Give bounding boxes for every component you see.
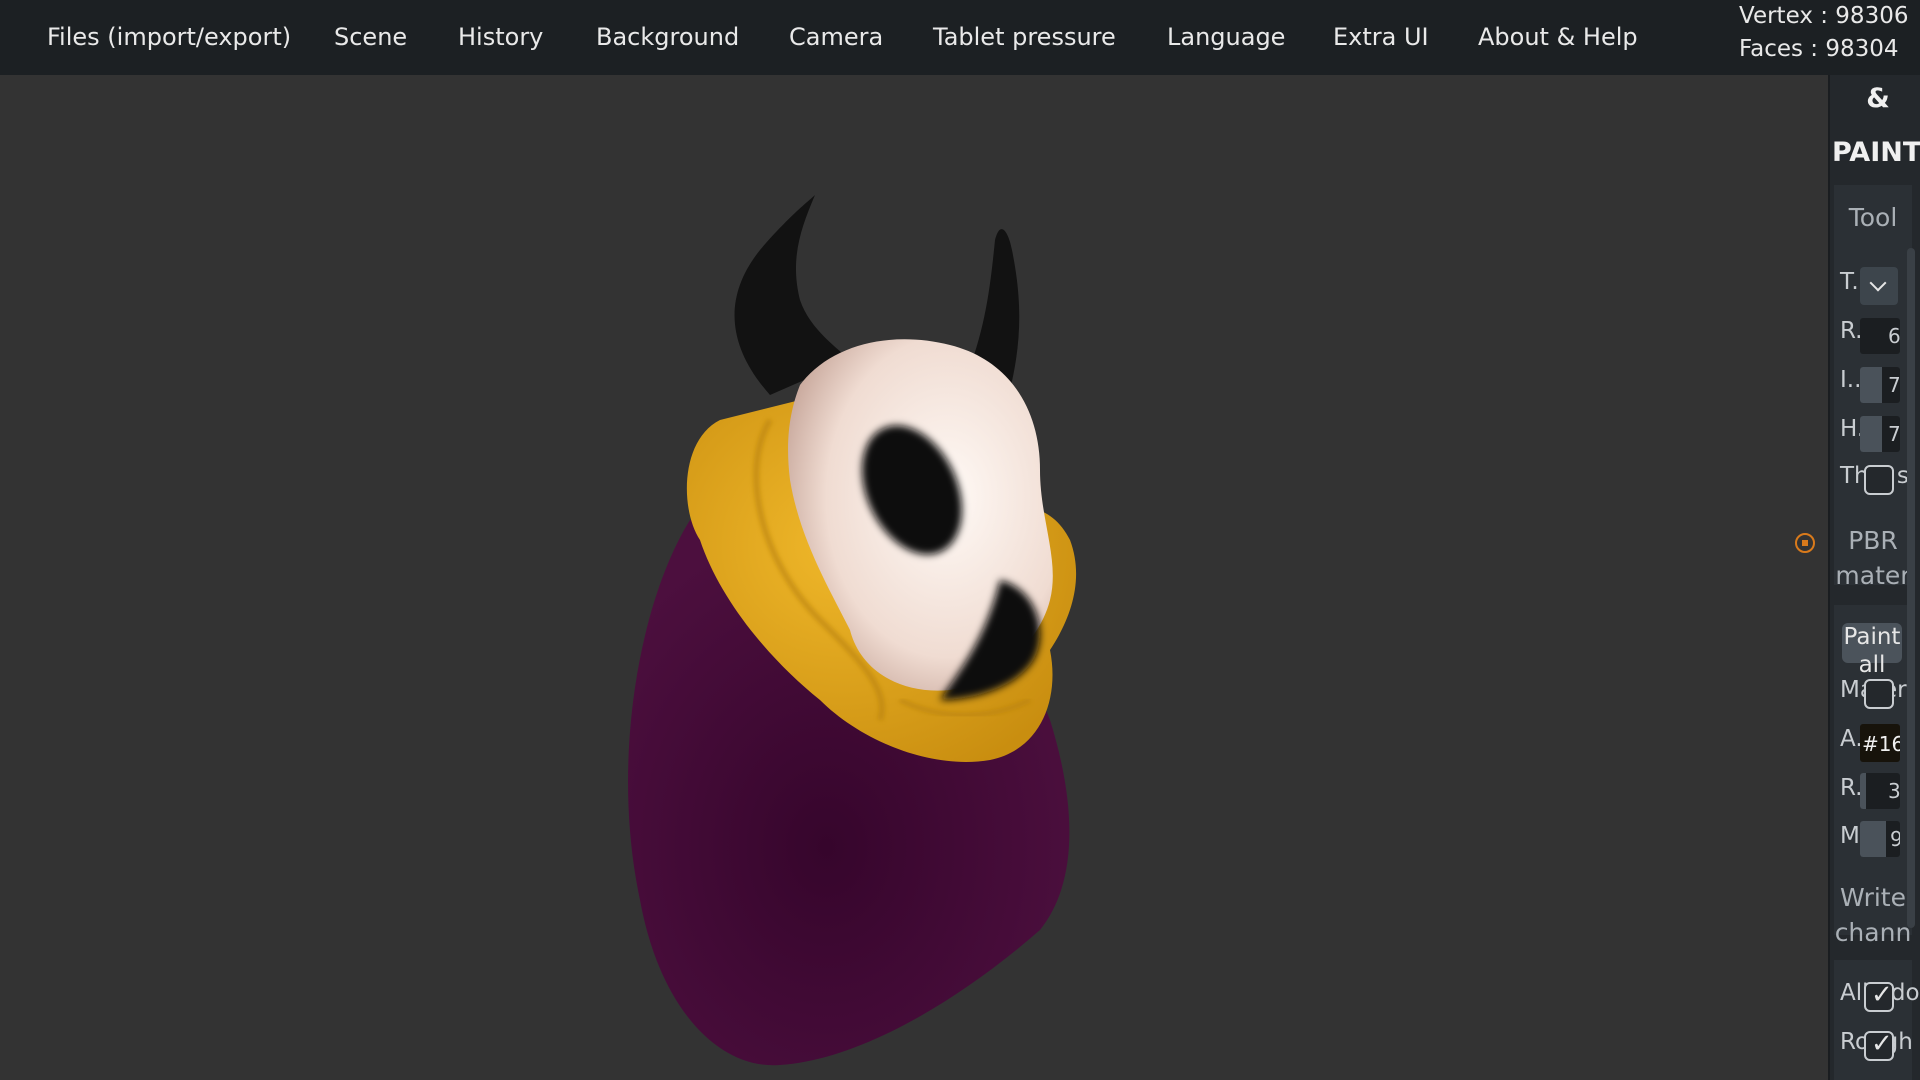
metalness-value: 9 xyxy=(1890,827,1900,851)
sidebar-title-line1: & xyxy=(1866,83,1890,114)
menu-language[interactable]: Language xyxy=(1167,19,1285,55)
roughness-channel-checkbox[interactable]: ✓ xyxy=(1864,1029,1894,1061)
tool-type-label: T. xyxy=(1840,269,1859,295)
pbr-heading-2[interactable]: mater xyxy=(1834,558,1912,594)
albedo-channel-checkbox[interactable]: ✓ xyxy=(1864,980,1894,1012)
pbr-heading-1[interactable]: PBR xyxy=(1834,523,1912,559)
menu-history[interactable]: History xyxy=(458,19,543,55)
hardness-value: 7 xyxy=(1888,422,1900,446)
radius-value: 6 xyxy=(1888,324,1900,348)
tool-type-dropdown[interactable] xyxy=(1860,267,1898,305)
thin-checkbox[interactable] xyxy=(1864,465,1894,495)
write-channels-heading-2[interactable]: chann xyxy=(1834,915,1912,951)
faces-count: Faces : 98304 xyxy=(1739,36,1899,62)
intensity-value: 7 xyxy=(1888,373,1900,397)
paint-all-button[interactable]: Paint all xyxy=(1842,623,1902,678)
chevron-down-icon xyxy=(1869,274,1887,292)
write-channels-heading-1[interactable]: Write xyxy=(1834,880,1912,916)
metalness-label: M xyxy=(1840,823,1860,849)
radius-slider[interactable]: 6 xyxy=(1860,318,1900,354)
sculpted-model xyxy=(628,195,1077,1066)
channels-section xyxy=(1834,960,1912,1080)
material-checkbox[interactable] xyxy=(1864,679,1894,709)
mesh-stats: Vertex : 98306 Faces : 98304 xyxy=(1739,0,1908,66)
menu-scene[interactable]: Scene xyxy=(334,19,407,55)
roughness-value: 3 xyxy=(1888,779,1900,803)
checkmark-icon: ✓ xyxy=(1871,1029,1893,1059)
paint-all-label-2: all xyxy=(1858,652,1886,678)
menu-files[interactable]: Files (import/export) xyxy=(47,19,291,55)
intensity-label: I.. xyxy=(1840,367,1862,393)
hardness-slider[interactable]: 7 xyxy=(1860,416,1900,452)
menu-tablet-pressure[interactable]: Tablet pressure xyxy=(933,19,1116,55)
sidebar-scrollbar[interactable] xyxy=(1907,248,1915,928)
top-menu-bar: Files (import/export) Scene History Back… xyxy=(0,0,1920,75)
albedo-color-picker[interactable]: #16 xyxy=(1860,724,1900,762)
menu-extra-ui[interactable]: Extra UI xyxy=(1333,19,1429,55)
intensity-slider[interactable]: 7 xyxy=(1860,367,1900,403)
sidebar-title-line2: PAINT xyxy=(1832,137,1920,168)
menu-about-help[interactable]: About & Help xyxy=(1478,19,1638,55)
menu-camera[interactable]: Camera xyxy=(789,19,883,55)
tool-heading[interactable]: Tool xyxy=(1834,200,1912,236)
metalness-slider[interactable]: 9 xyxy=(1860,821,1900,857)
checkmark-icon: ✓ xyxy=(1871,980,1893,1010)
vertex-count: Vertex : 98306 xyxy=(1739,3,1909,29)
albedo-value: #16 xyxy=(1862,732,1900,756)
pin-icon[interactable] xyxy=(1795,533,1815,553)
3d-viewport[interactable] xyxy=(0,75,1828,1080)
roughness-slider[interactable]: 3 xyxy=(1860,773,1900,809)
paint-all-label-1: Paint xyxy=(1843,624,1901,650)
menu-background[interactable]: Background xyxy=(596,19,739,55)
